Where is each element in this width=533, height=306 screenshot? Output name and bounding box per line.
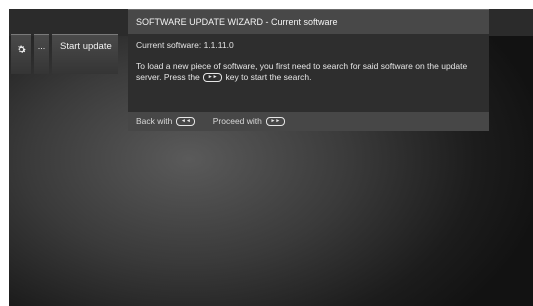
wizard-message: To load a new piece of software, you fir… — [136, 61, 476, 82]
gear-icon — [17, 45, 26, 53]
back-label: Back with — [136, 116, 173, 126]
current-software-label: Current software: — [136, 40, 202, 50]
settings-button[interactable] — [11, 34, 31, 74]
tv-screen: ... Start update SOFTWARE UPDATE WIZARD … — [9, 9, 533, 306]
menu-buttons: ... Start update — [11, 34, 118, 74]
software-update-wizard: SOFTWARE UPDATE WIZARD - Current softwar… — [128, 9, 489, 131]
fast-forward-key-icon: ►► — [203, 72, 223, 82]
current-software-line: Current software: 1.1.11.0 — [136, 40, 234, 50]
proceed-label: Proceed with — [212, 116, 262, 126]
fast-forward-key-icon: ►► — [265, 117, 285, 126]
back-hint[interactable]: Back with ◄◄ — [136, 112, 196, 131]
wizard-footer: Back with ◄◄ Proceed with ►► — [128, 112, 489, 131]
proceed-hint[interactable]: Proceed with ►► — [213, 112, 286, 131]
start-update-button[interactable]: Start update — [52, 34, 118, 74]
current-software-version: 1.1.11.0 — [203, 40, 234, 50]
wizard-body: Current software: 1.1.11.0 To load a new… — [128, 34, 489, 112]
wizard-title: SOFTWARE UPDATE WIZARD - Current softwar… — [128, 10, 489, 34]
message-text-2: key to start the search. — [225, 71, 312, 82]
start-update-label: Start update — [60, 41, 112, 52]
more-label: ... — [37, 41, 46, 51]
more-button[interactable]: ... — [34, 34, 49, 74]
rewind-key-icon: ◄◄ — [176, 117, 196, 126]
